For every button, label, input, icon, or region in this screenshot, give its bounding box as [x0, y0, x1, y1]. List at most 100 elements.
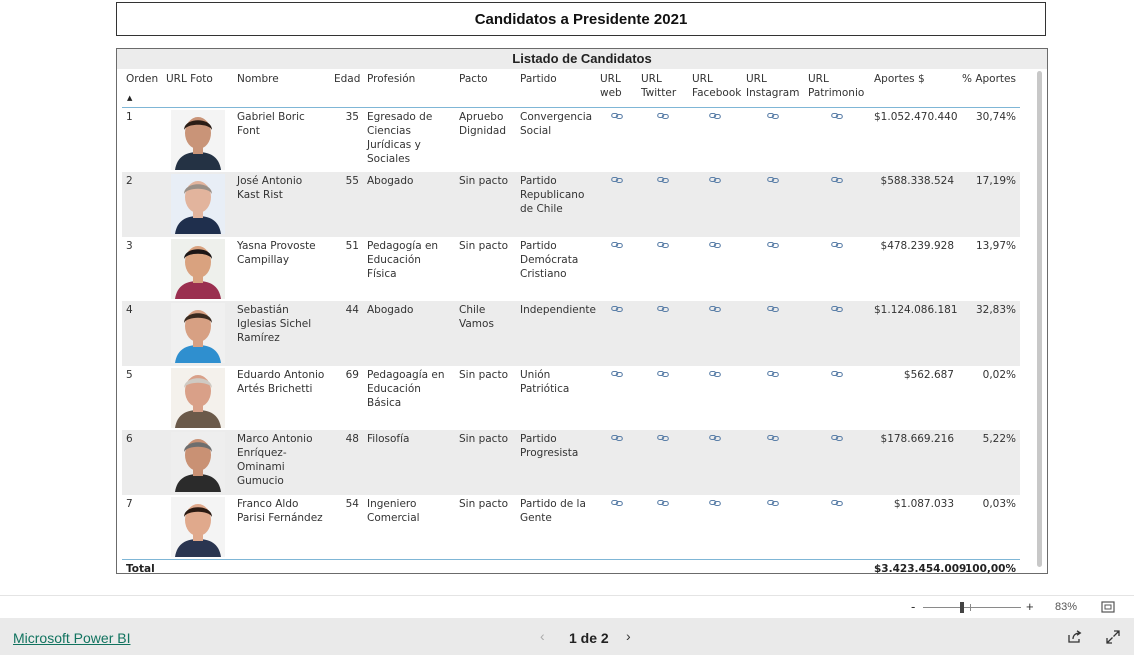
cell-url-facebook[interactable] — [688, 237, 742, 302]
cell-url-instagram[interactable] — [742, 108, 804, 173]
column-header-web[interactable]: URL web — [596, 69, 637, 108]
cell-url-web[interactable] — [596, 237, 637, 302]
link-icon[interactable] — [709, 305, 721, 313]
zoom-slider-thumb[interactable] — [960, 602, 964, 613]
cell-url-patrimonio[interactable] — [804, 237, 870, 302]
link-icon[interactable] — [610, 370, 623, 378]
fit-to-page-icon[interactable] — [1101, 601, 1115, 616]
link-icon[interactable] — [709, 434, 721, 442]
cell-url-facebook[interactable] — [688, 172, 742, 237]
cell-url-patrimonio[interactable] — [804, 430, 870, 495]
link-icon[interactable] — [656, 176, 669, 184]
cell-url-instagram[interactable] — [742, 301, 804, 366]
link-icon[interactable] — [767, 434, 779, 442]
column-header-facebook[interactable]: URL Facebook — [688, 69, 742, 108]
column-header-partido[interactable]: Partido — [516, 69, 596, 108]
power-bi-link[interactable]: Microsoft Power BI — [13, 630, 130, 646]
cell-url-twitter[interactable] — [637, 495, 688, 560]
cell-url-patrimonio[interactable] — [804, 495, 870, 560]
cell-url-web[interactable] — [596, 172, 637, 237]
link-icon[interactable] — [656, 305, 669, 313]
cell-url-patrimonio[interactable] — [804, 301, 870, 366]
column-header-profesion[interactable]: Profesión — [363, 69, 455, 108]
link-icon[interactable] — [767, 305, 779, 313]
link-icon[interactable] — [610, 241, 623, 249]
cell-url-patrimonio[interactable] — [804, 172, 870, 237]
link-icon[interactable] — [610, 434, 623, 442]
column-header-patrimonio[interactable]: URL Patrimonio — [804, 69, 870, 108]
column-header-edad[interactable]: Edad — [330, 69, 363, 108]
link-icon[interactable] — [831, 370, 843, 378]
link-icon[interactable] — [767, 176, 779, 184]
cell-url-twitter[interactable] — [637, 237, 688, 302]
link-icon[interactable] — [610, 112, 623, 120]
cell-url-instagram[interactable] — [742, 172, 804, 237]
cell-url-facebook[interactable] — [688, 430, 742, 495]
column-header-instagram[interactable]: URL Instagram — [742, 69, 804, 108]
cell-url-patrimonio[interactable] — [804, 366, 870, 431]
cell-url-instagram[interactable] — [742, 237, 804, 302]
link-icon[interactable] — [767, 112, 779, 120]
cell-url-patrimonio[interactable] — [804, 108, 870, 173]
cell-url-twitter[interactable] — [637, 366, 688, 431]
column-header-orden[interactable]: Orden ▲ — [122, 69, 162, 108]
cell-url-web[interactable] — [596, 495, 637, 560]
cell-url-web[interactable] — [596, 366, 637, 431]
column-header-nombre[interactable]: Nombre — [233, 69, 330, 108]
link-icon[interactable] — [709, 176, 721, 184]
link-icon[interactable] — [831, 176, 843, 184]
table-row[interactable]: 2 José Antonio Kast Rist 55 Abogado Sin pact… — [122, 172, 1020, 237]
zoom-in-button[interactable]: + — [1026, 599, 1034, 614]
cell-url-web[interactable] — [596, 108, 637, 173]
table-row[interactable]: 4 Sebastián Iglesias Sichel Ramírez 44 Abog… — [122, 301, 1020, 366]
link-icon[interactable] — [767, 241, 779, 249]
link-icon[interactable] — [656, 241, 669, 249]
table-row[interactable]: 7 Franco Aldo Parisi Fernández 54 Ingeniero… — [122, 495, 1020, 560]
vertical-scrollbar[interactable] — [1037, 71, 1042, 567]
link-icon[interactable] — [610, 176, 623, 184]
link-icon[interactable] — [831, 241, 843, 249]
link-icon[interactable] — [709, 112, 721, 120]
link-icon[interactable] — [656, 499, 669, 507]
cell-url-instagram[interactable] — [742, 495, 804, 560]
cell-url-twitter[interactable] — [637, 172, 688, 237]
cell-url-facebook[interactable] — [688, 108, 742, 173]
column-header-foto[interactable]: URL Foto — [162, 69, 233, 108]
table-row[interactable]: 6 Marco Antonio Enríquez-Ominami Gumucio 4… — [122, 430, 1020, 495]
link-icon[interactable] — [831, 434, 843, 442]
next-page-button[interactable]: › — [626, 628, 631, 644]
table-row[interactable]: 3 Yasna Provoste Campillay 51 Pedagogía en … — [122, 237, 1020, 302]
column-header-pct-aportes[interactable]: % Aportes — [958, 69, 1020, 108]
link-icon[interactable] — [610, 499, 623, 507]
previous-page-button[interactable]: ‹ — [540, 628, 545, 644]
cell-url-twitter[interactable] — [637, 108, 688, 173]
link-icon[interactable] — [831, 499, 843, 507]
link-icon[interactable] — [610, 305, 623, 313]
cell-url-facebook[interactable] — [688, 495, 742, 560]
link-icon[interactable] — [831, 305, 843, 313]
cell-url-facebook[interactable] — [688, 301, 742, 366]
candidates-table-visual[interactable]: Listado de Candidatos Orden ▲ URL Foto No… — [116, 48, 1048, 574]
expand-icon[interactable] — [1106, 630, 1120, 649]
cell-url-web[interactable] — [596, 301, 637, 366]
sort-ascending-icon[interactable]: ▲ — [127, 91, 132, 105]
cell-url-instagram[interactable] — [742, 366, 804, 431]
link-icon[interactable] — [709, 241, 721, 249]
cell-url-twitter[interactable] — [637, 430, 688, 495]
column-header-twitter[interactable]: URL Twitter — [637, 69, 688, 108]
link-icon[interactable] — [709, 370, 721, 378]
zoom-slider-track[interactable] — [923, 607, 1021, 608]
link-icon[interactable] — [767, 370, 779, 378]
cell-url-facebook[interactable] — [688, 366, 742, 431]
cell-url-instagram[interactable] — [742, 430, 804, 495]
link-icon[interactable] — [656, 370, 669, 378]
link-icon[interactable] — [709, 499, 721, 507]
link-icon[interactable] — [656, 434, 669, 442]
share-icon[interactable] — [1067, 630, 1082, 649]
link-icon[interactable] — [656, 112, 669, 120]
column-header-pacto[interactable]: Pacto — [455, 69, 516, 108]
table-row[interactable]: 1 Gabriel Boric Font 35 Egresado de Ciencia… — [122, 108, 1020, 173]
column-header-aportes[interactable]: Aportes $ — [870, 69, 958, 108]
cell-url-web[interactable] — [596, 430, 637, 495]
zoom-out-button[interactable]: - — [911, 599, 915, 614]
